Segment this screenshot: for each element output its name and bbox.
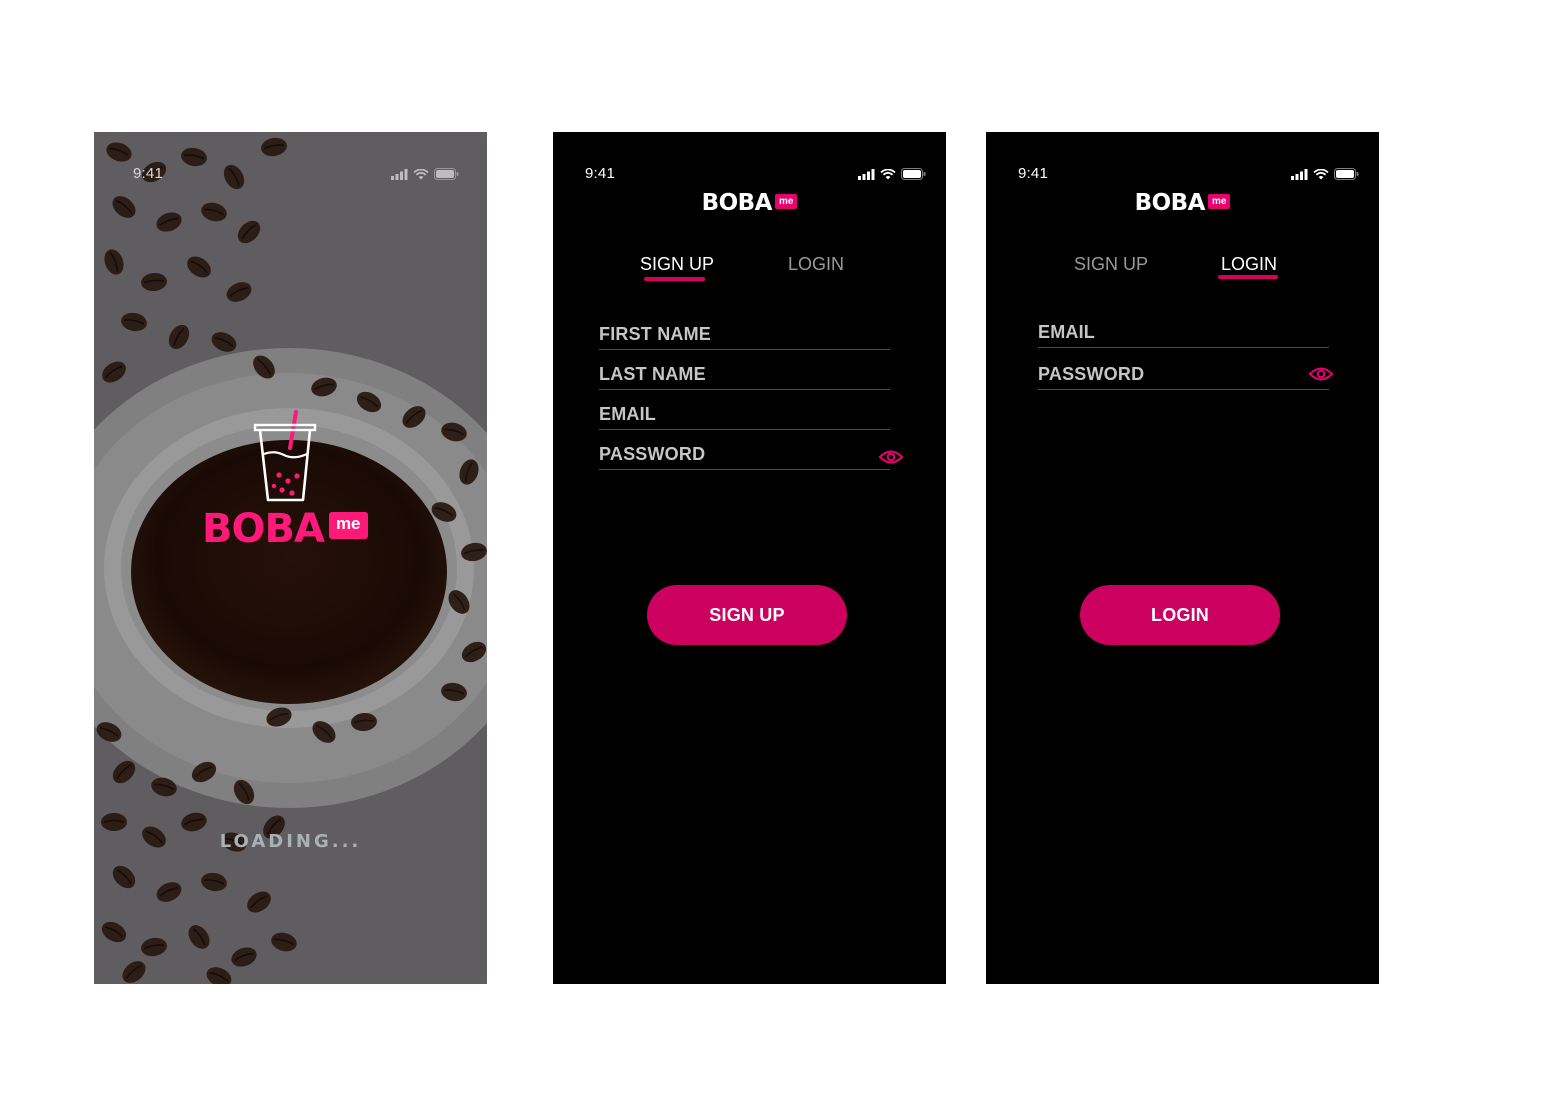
last-name-field[interactable]: LAST NAME (599, 355, 890, 390)
password-field[interactable]: PASSWORD (1038, 355, 1334, 390)
tab-login[interactable]: LOGIN (1221, 254, 1277, 275)
brand-logo: BOBA me (986, 190, 1379, 216)
email-label: EMAIL (599, 404, 656, 424)
signal-icon (1291, 168, 1308, 180)
brand-wordmark: BOBA (1134, 190, 1206, 216)
tab-sign-up[interactable]: SIGN UP (1074, 254, 1148, 275)
login-screen: 9:41 BOBA me SIGN UP LOGIN EMAIL PASSWOR… (986, 132, 1379, 984)
boba-cup-icon (253, 410, 317, 502)
auth-tabs: SIGN UP LOGIN (553, 254, 946, 286)
status-icons (1291, 168, 1359, 180)
eye-icon[interactable] (878, 447, 904, 467)
status-time: 9:41 (1018, 165, 1048, 182)
wifi-icon (880, 168, 896, 179)
password-label: PASSWORD (1038, 364, 1145, 384)
wifi-icon (413, 168, 429, 179)
email-label: EMAIL (1038, 322, 1095, 342)
brand-me-badge: me (328, 512, 368, 539)
status-time: 9:41 (585, 165, 615, 182)
last-name-label: LAST NAME (599, 364, 706, 384)
login-button[interactable]: LOGIN (1080, 585, 1280, 645)
status-icons (858, 168, 926, 180)
email-field[interactable]: EMAIL (1038, 313, 1329, 348)
brand-wordmark: BOBA (701, 190, 773, 216)
battery-icon (901, 168, 926, 180)
battery-icon (1334, 168, 1359, 180)
signal-icon (391, 168, 408, 180)
password-label: PASSWORD (599, 444, 706, 464)
password-field[interactable]: PASSWORD (599, 435, 904, 470)
first-name-field[interactable]: FIRST NAME (599, 315, 890, 350)
loading-text: LOADING... (219, 831, 362, 852)
status-icons (391, 168, 459, 180)
signup-screen: 9:41 BOBA me SIGN UP LOGIN FIRST NAME LA… (553, 132, 946, 984)
wifi-icon (1313, 168, 1329, 179)
signal-icon (858, 168, 875, 180)
active-tab-indicator (644, 277, 705, 281)
brand-wordmark: BOBA (202, 506, 325, 552)
status-time: 9:41 (133, 165, 163, 182)
first-name-label: FIRST NAME (599, 324, 711, 344)
splash-screen: 9:41 BOBA me LOADING... (94, 132, 487, 984)
tab-login[interactable]: LOGIN (788, 254, 844, 275)
brand-logo: BOBA me (553, 190, 946, 216)
coffee-background-image (94, 135, 487, 984)
tab-sign-up[interactable]: SIGN UP (640, 254, 714, 275)
brand-logo-large: BOBA me (202, 505, 368, 553)
active-tab-indicator (1218, 275, 1278, 279)
sign-up-button[interactable]: SIGN UP (647, 585, 847, 645)
brand-me-badge: me (1207, 193, 1231, 209)
auth-tabs: SIGN UP LOGIN (986, 254, 1379, 286)
brand-me-badge: me (774, 193, 798, 209)
email-field[interactable]: EMAIL (599, 395, 890, 430)
eye-icon[interactable] (1308, 364, 1334, 384)
battery-icon (434, 168, 459, 180)
